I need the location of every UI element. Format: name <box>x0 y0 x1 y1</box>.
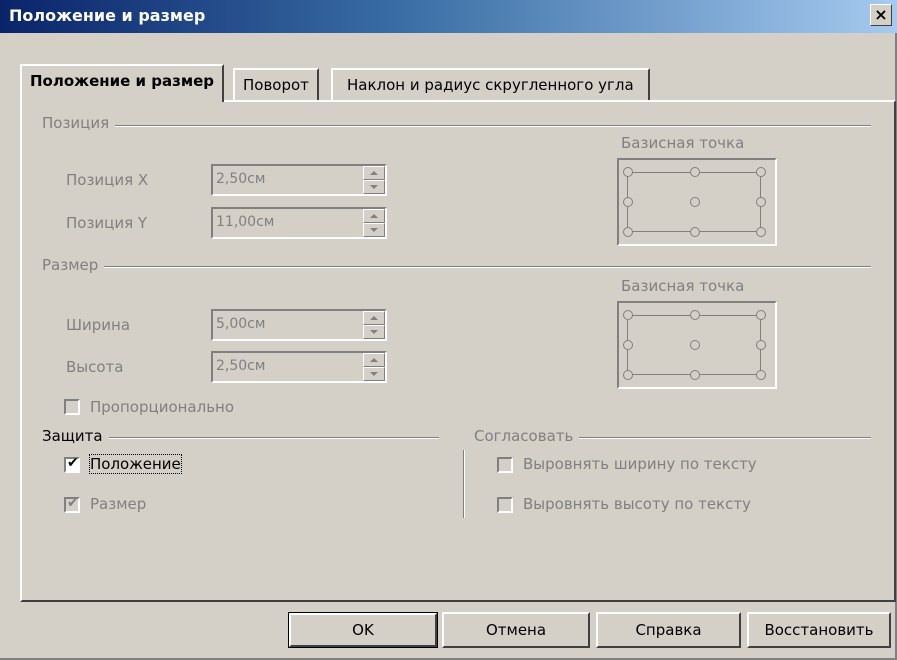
base-point-bottom-left[interactable] <box>623 370 633 380</box>
base-point-bottom-center[interactable] <box>690 370 700 380</box>
help-button[interactable]: Справка <box>596 612 741 648</box>
base-point-center[interactable] <box>690 197 700 207</box>
base-point-bottom-right[interactable] <box>756 227 766 237</box>
position-y-label: Позиция Y <box>66 214 148 232</box>
adapt-section-label: Согласовать <box>474 427 580 445</box>
base-point-bottom-center[interactable] <box>690 227 700 237</box>
height-spinbox[interactable]: 2,50см <box>211 351 387 383</box>
protect-position-checkbox[interactable]: ✔ <box>64 455 80 473</box>
tab-slant-corner[interactable]: Наклон и радиус скругленного угла <box>331 68 650 100</box>
base-point-center[interactable] <box>690 340 700 350</box>
protect-section-label: Защита <box>42 427 109 445</box>
base-point-top-left[interactable] <box>623 167 633 177</box>
arrow-up-icon <box>370 214 378 218</box>
arrow-up-icon <box>370 358 378 362</box>
fit-width-checkbox[interactable] <box>497 457 513 473</box>
arrow-down-icon <box>370 185 378 189</box>
width-label: Ширина <box>66 316 131 334</box>
base-point-top-right[interactable] <box>756 310 766 320</box>
adapt-vertical-separator <box>463 450 465 518</box>
position-x-decrement[interactable] <box>363 180 385 194</box>
base-point-top-center[interactable] <box>690 167 700 177</box>
cancel-button[interactable]: Отмена <box>442 612 590 648</box>
base-point-middle-left[interactable] <box>623 340 633 350</box>
dialog-window: Положение и размер × Положение и размер … <box>0 0 897 660</box>
size-base-point-label: Базисная точка <box>621 277 745 295</box>
base-point-bottom-right[interactable] <box>756 370 766 380</box>
ok-button-label: OK <box>289 613 437 647</box>
arrow-down-icon <box>370 330 378 334</box>
base-point-middle-right[interactable] <box>756 340 766 350</box>
position-separator <box>42 125 871 127</box>
position-section-label: Позиция <box>42 114 116 132</box>
size-separator <box>42 266 871 268</box>
arrow-up-icon <box>370 316 378 320</box>
position-base-point-selector[interactable] <box>617 158 777 246</box>
width-increment[interactable] <box>363 311 385 325</box>
tab-position-size[interactable]: Положение и размер <box>20 64 224 102</box>
title-bar[interactable]: Положение и размер × <box>0 0 897 33</box>
width-value: 5,00см <box>216 316 266 332</box>
close-button[interactable]: × <box>870 4 892 26</box>
base-point-top-center[interactable] <box>690 310 700 320</box>
position-y-spinbox[interactable]: 11,00см <box>211 207 387 239</box>
checkmark-icon: ✔ <box>67 455 79 471</box>
ok-button[interactable]: OK <box>288 612 438 648</box>
base-point-middle-right[interactable] <box>756 197 766 207</box>
proportional-checkbox[interactable] <box>64 399 80 415</box>
fit-height-checkbox[interactable] <box>497 497 513 513</box>
base-point-bottom-left[interactable] <box>623 227 633 237</box>
position-x-increment[interactable] <box>363 166 385 180</box>
close-icon: × <box>874 5 888 24</box>
position-y-decrement[interactable] <box>363 223 385 237</box>
width-decrement[interactable] <box>363 325 385 339</box>
height-increment[interactable] <box>363 353 385 367</box>
height-label: Высота <box>66 358 124 376</box>
position-x-label: Позиция X <box>66 171 149 189</box>
window-title: Положение и размер <box>9 6 206 25</box>
position-base-point-label: Базисная точка <box>621 134 745 152</box>
protect-position-label: Положение <box>89 454 182 474</box>
position-y-value: 11,00см <box>216 214 275 230</box>
arrow-down-icon <box>370 372 378 376</box>
position-x-value: 2,50см <box>216 171 266 187</box>
checkmark-icon: ✔ <box>67 495 79 511</box>
height-decrement[interactable] <box>363 367 385 381</box>
position-y-increment[interactable] <box>363 209 385 223</box>
base-point-top-right[interactable] <box>756 167 766 177</box>
proportional-label: Пропорционально <box>90 398 235 416</box>
position-x-spinbox[interactable]: 2,50см <box>211 164 387 196</box>
base-point-middle-left[interactable] <box>623 197 633 207</box>
height-value: 2,50см <box>216 358 266 374</box>
arrow-up-icon <box>370 171 378 175</box>
arrow-down-icon <box>370 228 378 232</box>
fit-width-label: Выровнять ширину по тексту <box>523 455 757 473</box>
size-section-label: Размер <box>42 256 105 274</box>
protect-size-checkbox[interactable]: ✔ <box>64 495 80 513</box>
tab-rotation[interactable]: Поворот <box>233 68 319 100</box>
base-point-top-left[interactable] <box>623 310 633 320</box>
protect-size-label: Размер <box>90 495 147 513</box>
fit-height-label: Выровнять высоту по тексту <box>523 495 751 513</box>
size-base-point-selector[interactable] <box>617 301 777 389</box>
width-spinbox[interactable]: 5,00см <box>211 309 387 341</box>
reset-button[interactable]: Восстановить <box>747 612 891 648</box>
